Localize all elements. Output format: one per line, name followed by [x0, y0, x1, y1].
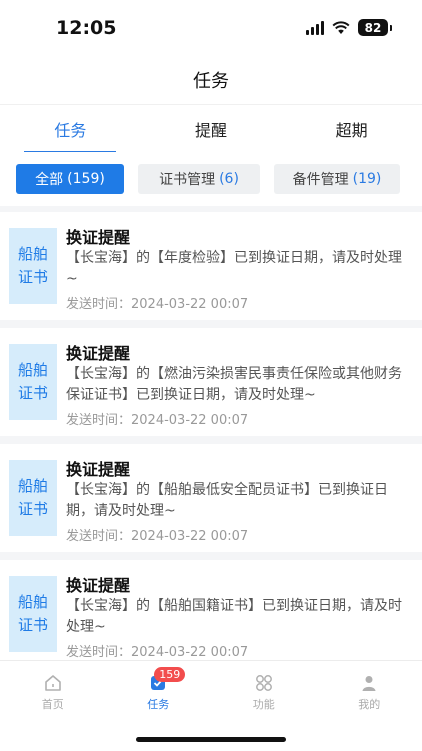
- list-item[interactable]: 船舶证书 换证提醒 【长宝海】的【船舶最低安全配员证书】已到换证日期，请及时处理…: [0, 444, 422, 552]
- battery-icon: 82: [358, 19, 388, 36]
- card-body: 【长宝海】的【燃油污染损害民事责任保险或其他财务保证证书】已到换证日期，请及时处…: [66, 364, 406, 406]
- nav-bar: 任务: [0, 56, 422, 104]
- category-badge: 船舶证书: [9, 576, 57, 652]
- card-body: 【长宝海】的【船舶最低安全配员证书】已到换证日期，请及时处理~: [66, 480, 406, 522]
- home-indicator: [136, 737, 286, 742]
- card-body: 【长宝海】的【船舶国籍证书】已到换证日期，请及时处理~: [66, 596, 406, 638]
- battery-cap: [390, 25, 392, 31]
- tab-label: 提醒: [195, 117, 227, 141]
- notification-badge: 159: [154, 667, 185, 682]
- tabbar-label: 任务: [147, 696, 169, 712]
- status-time: 12:05: [56, 17, 116, 39]
- filter-label: 备件管理: [293, 169, 349, 189]
- tabbar-mine[interactable]: 我的: [317, 661, 422, 751]
- home-icon: [43, 673, 63, 693]
- card-title: 换证提醒: [66, 572, 130, 596]
- category-badge: 船舶证书: [9, 228, 57, 304]
- card-time: 发送时间：2024-03-22 00:07: [66, 409, 248, 428]
- card-body: 【长宝海】的【年度检验】已到换证日期，请及时处理~: [66, 248, 406, 290]
- grid-icon: [254, 673, 274, 693]
- tab-label: 超期: [336, 117, 368, 141]
- filter-count: (6): [219, 171, 239, 187]
- card-time: 发送时间：2024-03-22 00:07: [66, 293, 248, 312]
- tab-overdue[interactable]: 超期: [281, 105, 422, 153]
- tabbar-label: 首页: [42, 696, 64, 712]
- card-title: 换证提醒: [66, 224, 130, 248]
- user-icon: [359, 673, 379, 693]
- filter-label: 全部: [35, 169, 63, 189]
- tab-reminder[interactable]: 提醒: [141, 105, 282, 153]
- filter-count: (159): [67, 171, 105, 187]
- tabbar-label: 我的: [358, 696, 380, 712]
- filter-count: (19): [353, 171, 382, 187]
- category-badge: 船舶证书: [9, 344, 57, 420]
- tabbar-label: 功能: [253, 696, 275, 712]
- card-time: 发送时间：2024-03-22 00:07: [66, 525, 248, 544]
- tabbar-home[interactable]: 首页: [0, 661, 106, 751]
- category-badge: 船舶证书: [9, 460, 57, 536]
- list-item[interactable]: 船舶证书 换证提醒 【长宝海】的【燃油污染损害民事责任保险或其他财务保证证书】已…: [0, 328, 422, 436]
- card-title: 换证提醒: [66, 456, 130, 480]
- top-tabs: 任务 提醒 超期: [0, 104, 422, 153]
- signal-icon: [306, 21, 324, 35]
- filter-all[interactable]: 全部(159): [16, 164, 124, 194]
- card-title: 换证提醒: [66, 340, 130, 364]
- filter-spare-parts[interactable]: 备件管理(19): [274, 164, 400, 194]
- tab-label: 任务: [54, 117, 86, 141]
- list-item[interactable]: 船舶证书 换证提醒 【长宝海】的【船舶国籍证书】已到换证日期，请及时处理~ 发送…: [0, 560, 422, 660]
- filter-bar: 全部(159) 证书管理(6) 备件管理(19): [0, 152, 422, 206]
- card-time: 发送时间：2024-03-22 00:07: [66, 641, 248, 660]
- wifi-icon: [332, 21, 350, 35]
- page-title: 任务: [193, 67, 229, 93]
- tab-task[interactable]: 任务: [0, 105, 141, 153]
- task-list: 船舶证书 换证提醒 【长宝海】的【年度检验】已到换证日期，请及时处理~ 发送时间…: [0, 208, 422, 660]
- status-icons: 82: [306, 19, 392, 36]
- filter-label: 证书管理: [159, 169, 215, 189]
- list-item[interactable]: 船舶证书 换证提醒 【长宝海】的【年度检验】已到换证日期，请及时处理~ 发送时间…: [0, 212, 422, 320]
- filter-certificate[interactable]: 证书管理(6): [138, 164, 260, 194]
- status-bar: 12:05 82: [0, 0, 422, 56]
